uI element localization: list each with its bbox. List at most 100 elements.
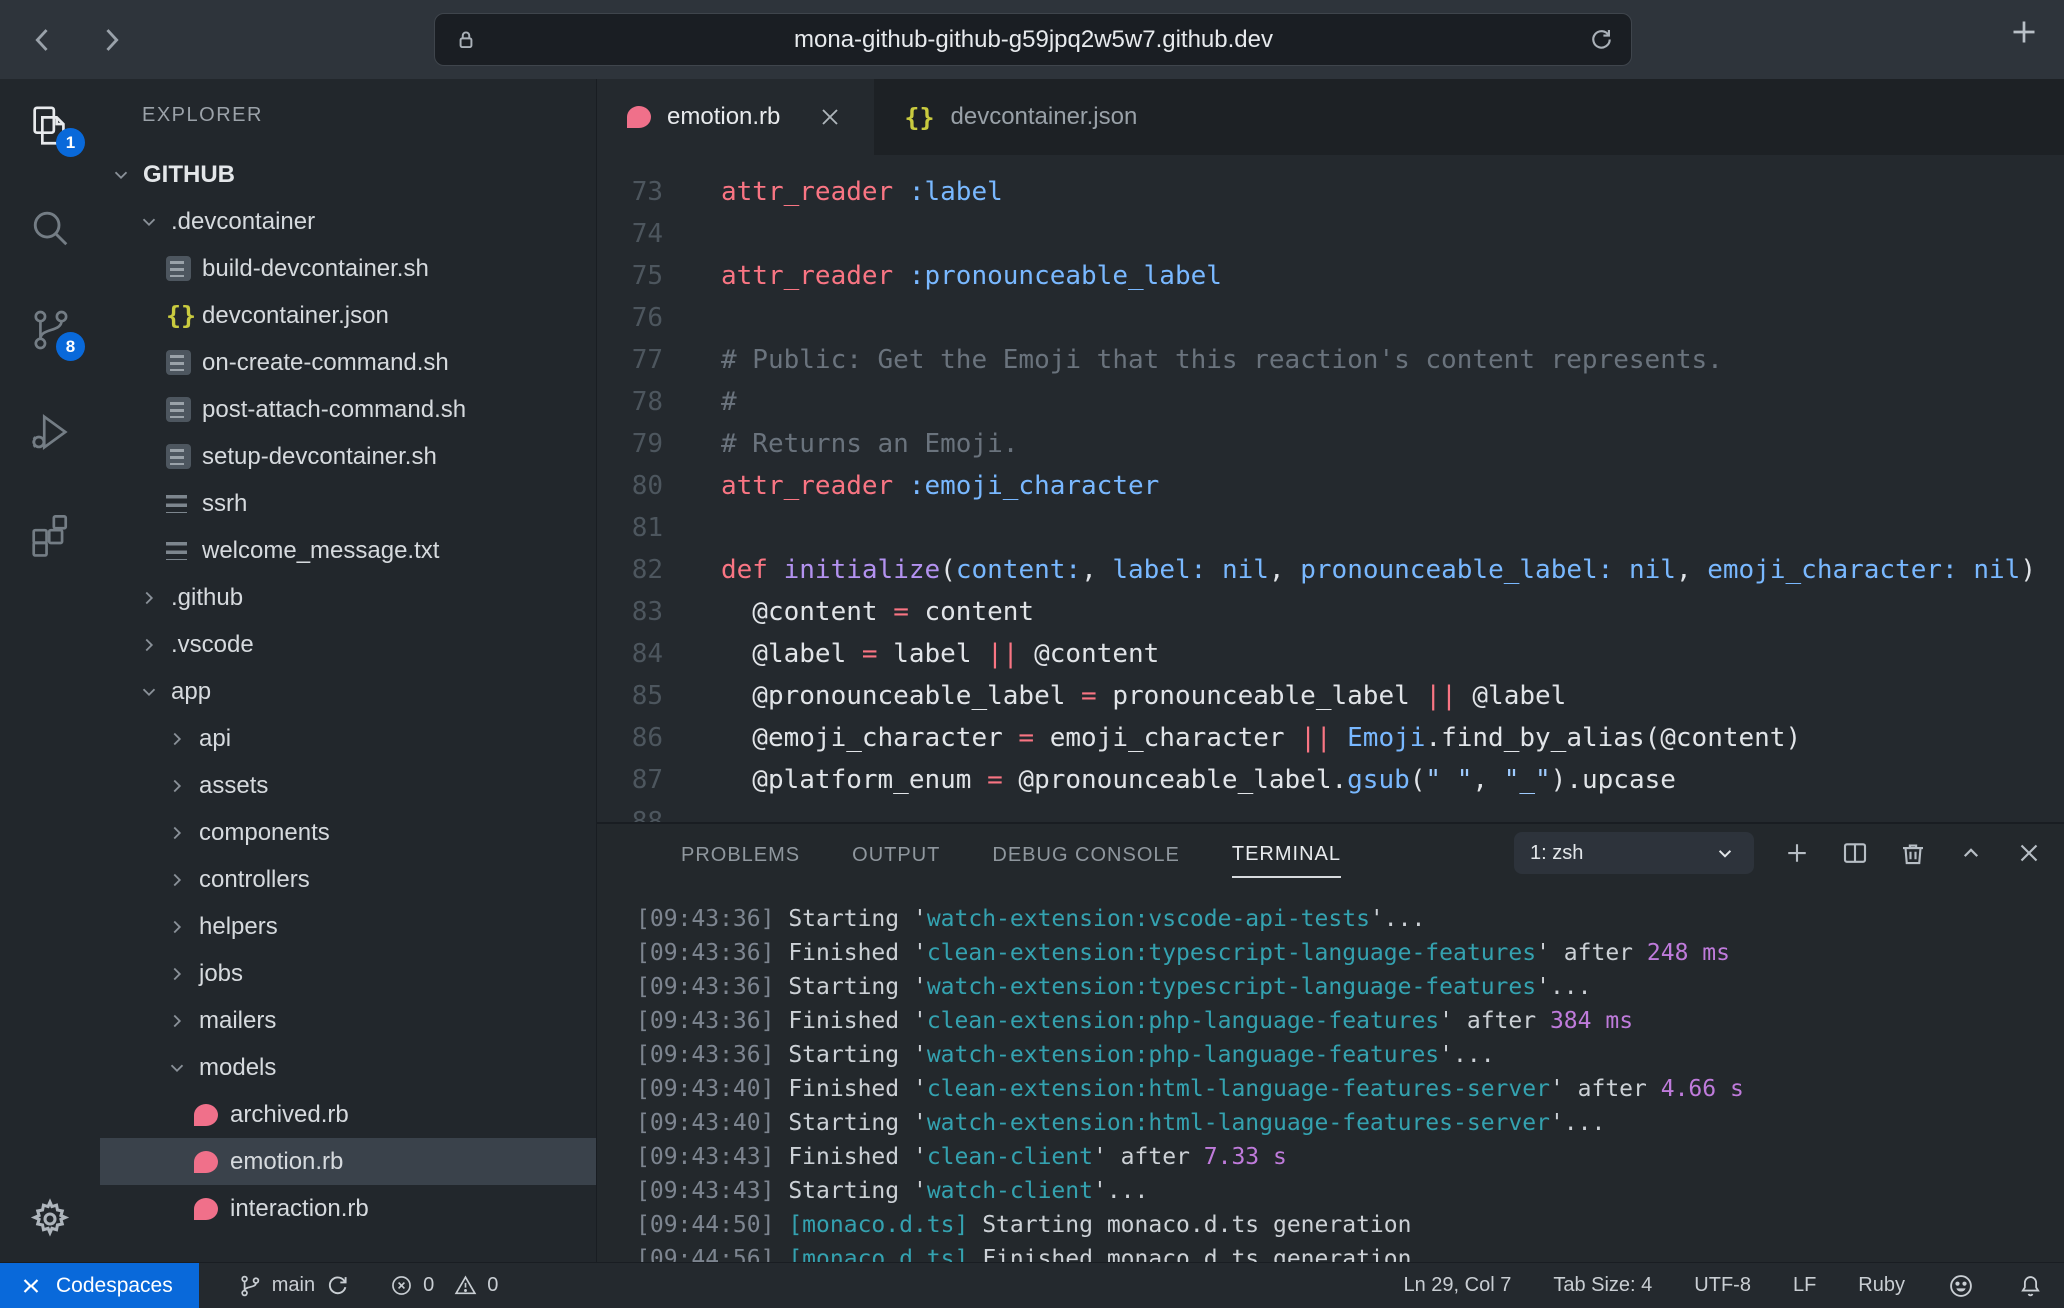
tree-item-github[interactable]: GITHUB <box>100 151 596 198</box>
chevron-right-icon <box>138 587 171 609</box>
activity-item-source-control[interactable]: 8 <box>27 307 73 353</box>
code-line-74: 74 <box>597 213 2064 255</box>
tree-item-app[interactable]: app <box>100 668 596 715</box>
tree-item--github[interactable]: .github <box>100 574 596 621</box>
code-line-82: 82def initialize(content:, label: nil, p… <box>597 549 2064 591</box>
tree-item-label: jobs <box>199 960 243 988</box>
language-mode[interactable]: Ruby <box>1858 1274 1905 1297</box>
terminal-line-3: [09:43:36] Starting 'watch-extension:typ… <box>636 970 2064 1004</box>
tree-item-jobs[interactable]: jobs <box>100 950 596 997</box>
split-terminal-button[interactable] <box>1840 838 1870 868</box>
ruby-file-icon <box>194 1198 230 1220</box>
browser-forward-button[interactable] <box>94 23 128 57</box>
chevron-right-icon <box>138 634 171 656</box>
codespaces-remote-button[interactable]: Codespaces <box>0 1263 199 1308</box>
tree-item-on-create-command-sh[interactable]: on-create-command.sh <box>100 339 596 386</box>
line-number: 81 <box>597 507 697 549</box>
code-editor[interactable]: 73attr_reader :label7475attr_reader :pro… <box>597 155 2064 822</box>
terminal-line-5: [09:43:36] Starting 'watch-extension:php… <box>636 1038 2064 1072</box>
tree-item-label: .devcontainer <box>171 208 315 236</box>
eol-indicator[interactable]: LF <box>1793 1274 1816 1297</box>
activity-item-search[interactable] <box>27 205 73 251</box>
tab-label: devcontainer.json <box>951 103 1138 131</box>
tab-size-indicator[interactable]: Tab Size: 4 <box>1553 1274 1652 1297</box>
maximize-panel-button[interactable] <box>1956 838 1986 868</box>
tree-item-label: components <box>199 819 330 847</box>
terminal-line-6: [09:43:40] Finished 'clean-extension:htm… <box>636 1072 2064 1106</box>
tree-item-mailers[interactable]: mailers <box>100 997 596 1044</box>
chevron-right-icon <box>166 822 199 844</box>
tree-item-devcontainer-json[interactable]: {}devcontainer.json <box>100 292 596 339</box>
terminal-shell-select[interactable]: 1: zsh <box>1514 832 1754 874</box>
tree-item-label: on-create-command.sh <box>202 349 449 377</box>
editor-tab-devcontainer-json[interactable]: {}devcontainer.json <box>874 79 1167 155</box>
chevron-right-icon <box>166 1010 199 1032</box>
tree-item-post-attach-command-sh[interactable]: post-attach-command.sh <box>100 386 596 433</box>
tree-item-welcome-message-txt[interactable]: welcome_message.txt <box>100 527 596 574</box>
tree-item-emotion-rb[interactable]: emotion.rb <box>100 1138 596 1185</box>
tree-item-label: setup-devcontainer.sh <box>202 443 437 471</box>
problems-indicator[interactable]: 0 0 <box>389 1273 498 1298</box>
tree-item-label: api <box>199 725 231 753</box>
tree-item-label: assets <box>199 772 268 800</box>
tree-item-label: models <box>199 1054 276 1082</box>
tree-item-ssrh[interactable]: ssrh <box>100 480 596 527</box>
tree-item-assets[interactable]: assets <box>100 762 596 809</box>
settings-gear-icon[interactable] <box>27 1196 73 1242</box>
tree-item-api[interactable]: api <box>100 715 596 762</box>
activity-item-extensions[interactable] <box>27 511 73 557</box>
url-bar[interactable]: mona-github-github-g59jpq2w5w7.github.de… <box>434 13 1632 66</box>
line-number: 73 <box>597 171 697 213</box>
panel-tab-debug-console[interactable]: DEBUG CONSOLE <box>992 830 1179 877</box>
tree-item-archived-rb[interactable]: archived.rb <box>100 1091 596 1138</box>
feedback-smiley-icon[interactable] <box>1947 1272 1975 1300</box>
codespaces-label: Codespaces <box>56 1274 173 1298</box>
panel-tab-problems[interactable]: PROBLEMS <box>681 830 800 877</box>
tree-item-models[interactable]: models <box>100 1044 596 1091</box>
line-number: 88 <box>597 801 697 822</box>
terminal-line-1: [09:43:36] Starting 'watch-extension:vsc… <box>636 902 2064 936</box>
code-line-85: 85 @pronounceable_label = pronounceable_… <box>597 675 2064 717</box>
code-line-75: 75attr_reader :pronounceable_label <box>597 255 2064 297</box>
cursor-position[interactable]: Ln 29, Col 7 <box>1403 1274 1511 1297</box>
activity-item-explorer[interactable]: 1 <box>27 103 73 149</box>
json-file-icon: {} <box>166 303 202 328</box>
tree-item-components[interactable]: components <box>100 809 596 856</box>
terminal-output[interactable]: [09:43:36] Starting 'watch-extension:vsc… <box>597 882 2064 1262</box>
branch-indicator[interactable]: main <box>237 1272 351 1299</box>
chevron-down-icon <box>1712 840 1738 866</box>
notifications-bell-icon[interactable] <box>2017 1272 2044 1299</box>
editor-area: emotion.rb{}devcontainer.json 73attr_rea… <box>596 79 2064 1262</box>
panel-tab-output[interactable]: OUTPUT <box>852 830 940 877</box>
line-number: 83 <box>597 591 697 633</box>
chevron-right-icon <box>166 728 199 750</box>
tree-item-interaction-rb[interactable]: interaction.rb <box>100 1185 596 1232</box>
activity-item-run-debug[interactable] <box>27 409 73 455</box>
tree-item--devcontainer[interactable]: .devcontainer <box>100 198 596 245</box>
chevron-down-icon <box>138 211 171 233</box>
code-line-80: 80attr_reader :emoji_character <box>597 465 2064 507</box>
tree-item-build-devcontainer-sh[interactable]: build-devcontainer.sh <box>100 245 596 292</box>
refresh-icon[interactable] <box>1588 26 1615 53</box>
close-icon[interactable] <box>816 103 844 131</box>
url-text: mona-github-github-g59jpq2w5w7.github.de… <box>479 26 1588 54</box>
tree-item-helpers[interactable]: helpers <box>100 903 596 950</box>
kill-terminal-button[interactable] <box>1898 838 1928 868</box>
panel-tab-terminal[interactable]: TERMINAL <box>1232 829 1341 878</box>
close-panel-button[interactable] <box>2014 838 2044 868</box>
tree-item-controllers[interactable]: controllers <box>100 856 596 903</box>
sh-file-icon <box>166 444 202 469</box>
chevron-down-icon <box>166 1057 199 1079</box>
chevron-down-icon <box>138 681 171 703</box>
encoding-indicator[interactable]: UTF-8 <box>1694 1274 1751 1297</box>
new-tab-button[interactable] <box>2006 14 2042 50</box>
tree-item-label: post-attach-command.sh <box>202 396 466 424</box>
tree-item--vscode[interactable]: .vscode <box>100 621 596 668</box>
new-terminal-button[interactable] <box>1782 838 1812 868</box>
tree-item-setup-devcontainer-sh[interactable]: setup-devcontainer.sh <box>100 433 596 480</box>
browser-back-button[interactable] <box>26 23 60 57</box>
file-tree: GITHUB .devcontainer build-devcontainer.sh… <box>100 151 596 1232</box>
explorer-sidebar: EXPLORER GITHUB.devcontainerbuild-devcon… <box>100 79 596 1262</box>
editor-tab-emotion-rb[interactable]: emotion.rb <box>597 79 874 155</box>
code-line-87: 87 @platform_enum = @pronounceable_label… <box>597 759 2064 801</box>
